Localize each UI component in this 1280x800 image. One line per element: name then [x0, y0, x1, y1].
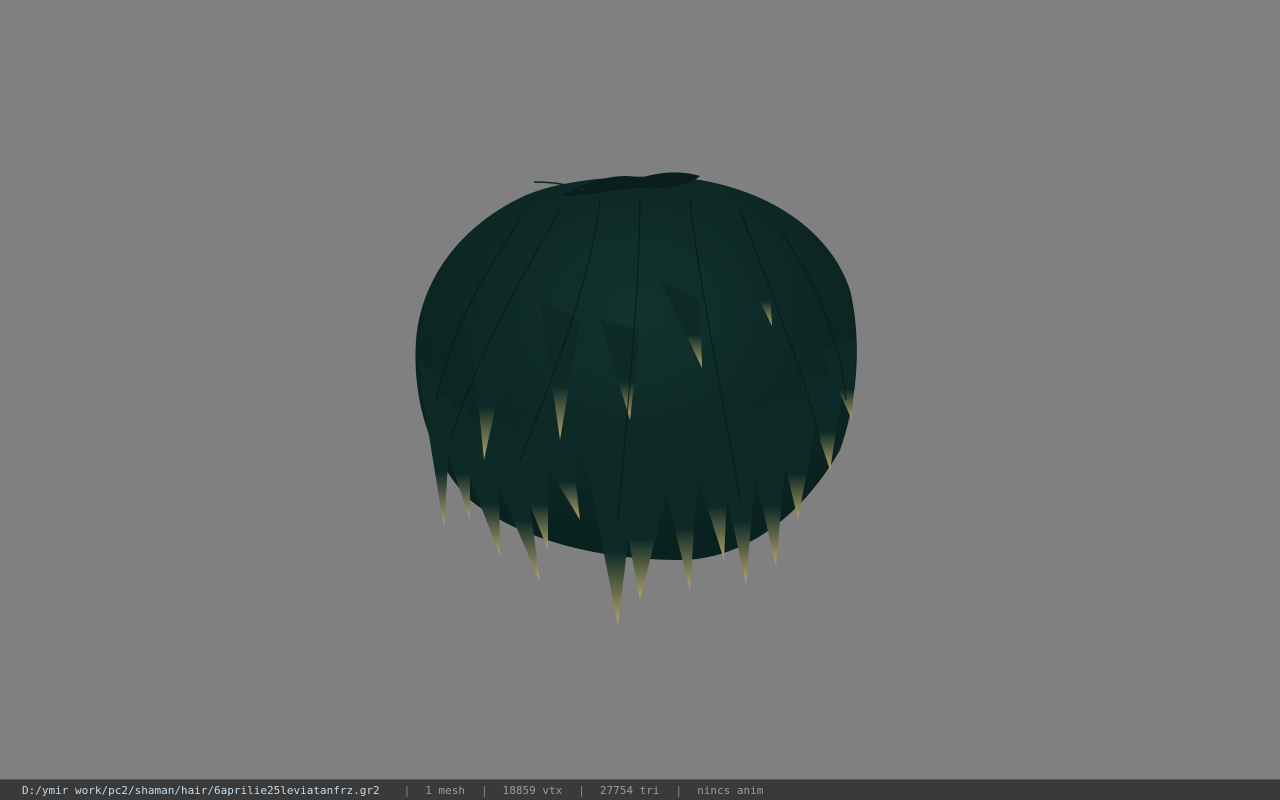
status-bar: D:/ymir work/pc2/shaman/hair/6aprilie25l… [0, 779, 1280, 800]
hair-model [415, 172, 857, 626]
status-separator: | [481, 783, 488, 797]
triangle-count-label: 27754 tri [599, 783, 660, 797]
status-separator: | [578, 783, 585, 797]
3d-viewport[interactable] [0, 0, 1280, 779]
vertex-count-label: 18859 vtx [502, 783, 563, 797]
file-path-label: D:/ymir work/pc2/shaman/hair/6aprilie25l… [22, 783, 380, 797]
anim-status-label: nincs anim [697, 783, 764, 797]
mesh-count-label: 1 mesh [425, 783, 465, 797]
status-separator: | [675, 783, 683, 797]
status-separator: | [403, 783, 411, 797]
